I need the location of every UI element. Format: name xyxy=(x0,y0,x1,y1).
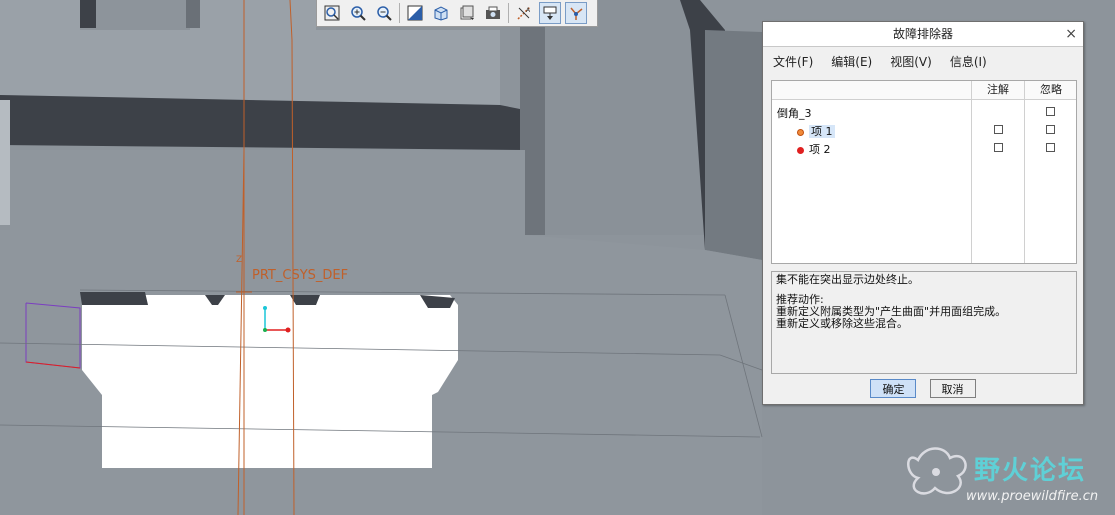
tree-label-chamfer: 倒角_3 xyxy=(777,107,812,120)
dialog-title-bar[interactable]: 故障排除器 × xyxy=(763,22,1083,47)
column-note[interactable]: 注解 xyxy=(972,81,1024,99)
zoom-out-icon[interactable] xyxy=(373,2,395,24)
datum-axis-icon[interactable]: A xyxy=(513,2,535,24)
camera-icon[interactable] xyxy=(482,2,504,24)
tree-row-chamfer[interactable]: 倒角_3 xyxy=(772,103,1076,121)
troubleshooter-dialog: 故障排除器 × 文件(F) 编辑(E) 视图(V) 信息(I) 注解 忽略 倒角… xyxy=(762,21,1084,405)
svg-text:A: A xyxy=(526,7,531,14)
recommended-action-2: 重新定义或移除这些混合。 xyxy=(776,317,908,330)
repaint-icon[interactable] xyxy=(404,2,426,24)
view-toolbar: A xyxy=(316,0,598,27)
ignore-checkbox-item-1[interactable] xyxy=(1046,125,1055,134)
note-checkbox-item-1[interactable] xyxy=(994,125,1003,134)
menu-edit[interactable]: 编辑(E) xyxy=(831,53,872,70)
tree-row-item-1[interactable]: 项 1 xyxy=(772,121,1076,139)
watermark-name: 野火论坛 xyxy=(974,456,1087,486)
message-line: 集不能在突出显示边处终止。 xyxy=(776,273,919,286)
shading-icon[interactable] xyxy=(430,2,452,24)
ok-button[interactable]: 确定 xyxy=(870,379,917,398)
menu-file[interactable]: 文件(F) xyxy=(773,53,813,70)
items-tree[interactable]: 注解 忽略 倒角_3 项 1 项 2 xyxy=(771,80,1077,264)
ignore-checkbox-item-2[interactable] xyxy=(1046,143,1055,152)
csys-icon[interactable] xyxy=(565,2,587,24)
z-axis-label: Z xyxy=(236,255,242,265)
dialog-title: 故障排除器 xyxy=(892,27,953,41)
status-dot-icon xyxy=(797,128,804,136)
refit-icon[interactable] xyxy=(321,2,343,24)
close-button[interactable]: × xyxy=(1065,22,1077,46)
tree-label-item-2: 项 2 xyxy=(809,143,831,156)
menu-view[interactable]: 视图(V) xyxy=(890,53,932,70)
csys-label: PRT_CSYS_DEF xyxy=(252,268,349,283)
tree-header: 注解 忽略 xyxy=(772,81,1076,100)
message-panel: 集不能在突出显示边处终止。 推荐动作: 重新定义附属类型为"产生曲面"并用面组完… xyxy=(771,271,1077,374)
toolbar-separator xyxy=(399,3,400,23)
note-checkbox-item-2[interactable] xyxy=(994,143,1003,152)
dialog-menubar: 文件(F) 编辑(E) 视图(V) 信息(I) xyxy=(763,47,1083,75)
ignore-checkbox-chamfer[interactable] xyxy=(1046,107,1055,116)
tree-label-item-1: 项 1 xyxy=(809,125,835,138)
tree-row-item-2[interactable]: 项 2 xyxy=(772,139,1076,157)
toolbar-separator xyxy=(508,3,509,23)
cancel-button[interactable]: 取消 xyxy=(929,379,976,398)
menu-info[interactable]: 信息(I) xyxy=(950,53,987,70)
column-ignore[interactable]: 忽略 xyxy=(1025,81,1077,99)
layer-icon[interactable] xyxy=(539,2,561,24)
zoom-in-icon[interactable] xyxy=(347,2,369,24)
saved-views-icon[interactable] xyxy=(456,2,478,24)
watermark-url: www.proewildfire.cn xyxy=(966,489,1099,504)
dialog-buttons: 确定 取消 xyxy=(763,378,1083,400)
status-dot-icon xyxy=(797,146,804,154)
